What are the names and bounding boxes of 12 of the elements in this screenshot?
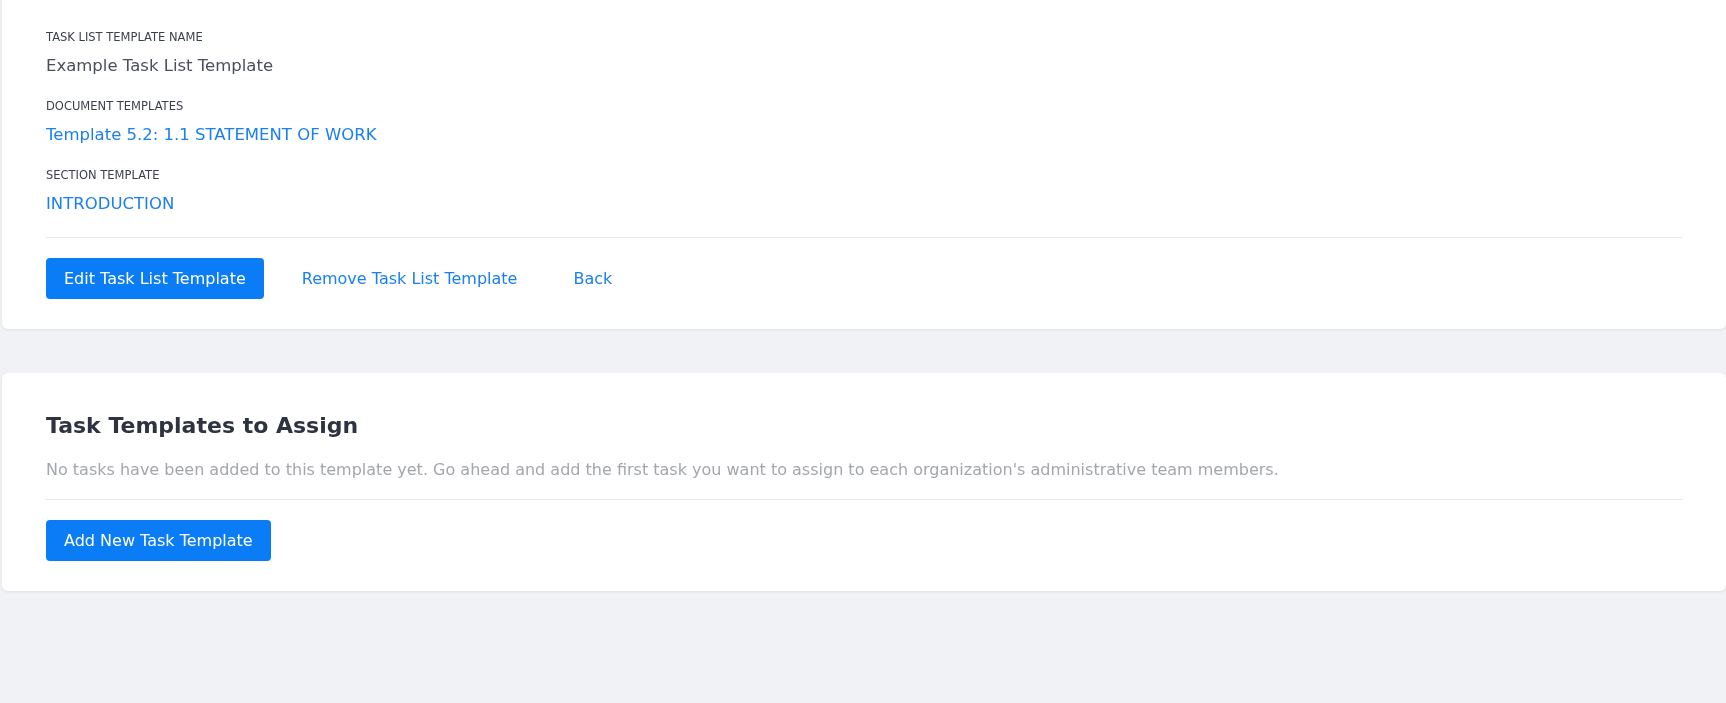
field-label: TASK LIST TEMPLATE NAME [46, 30, 204, 44]
link-button[interactable]: Back [555, 258, 631, 299]
primary-button[interactable]: Add New Task Template [46, 520, 271, 561]
field-label: DOCUMENT TEMPLATES [46, 99, 185, 113]
field-value: Example Task List Template [46, 56, 275, 75]
link-button[interactable]: Remove Task List Template [283, 258, 536, 299]
primary-button[interactable]: Edit Task List Template [46, 258, 264, 299]
section-title: Task Templates to Assign [46, 413, 360, 438]
empty-message: No tasks have been added to this template yet. Go ahead and add the first task you want to assign to each organization's administrative team members. [46, 460, 1280, 479]
field-label: SECTION TEMPLATE [46, 168, 161, 182]
field-link[interactable]: INTRODUCTION [46, 194, 1682, 213]
field-link[interactable]: Template 5.2: 1.1 STATEMENT OF WORK [46, 125, 1682, 144]
